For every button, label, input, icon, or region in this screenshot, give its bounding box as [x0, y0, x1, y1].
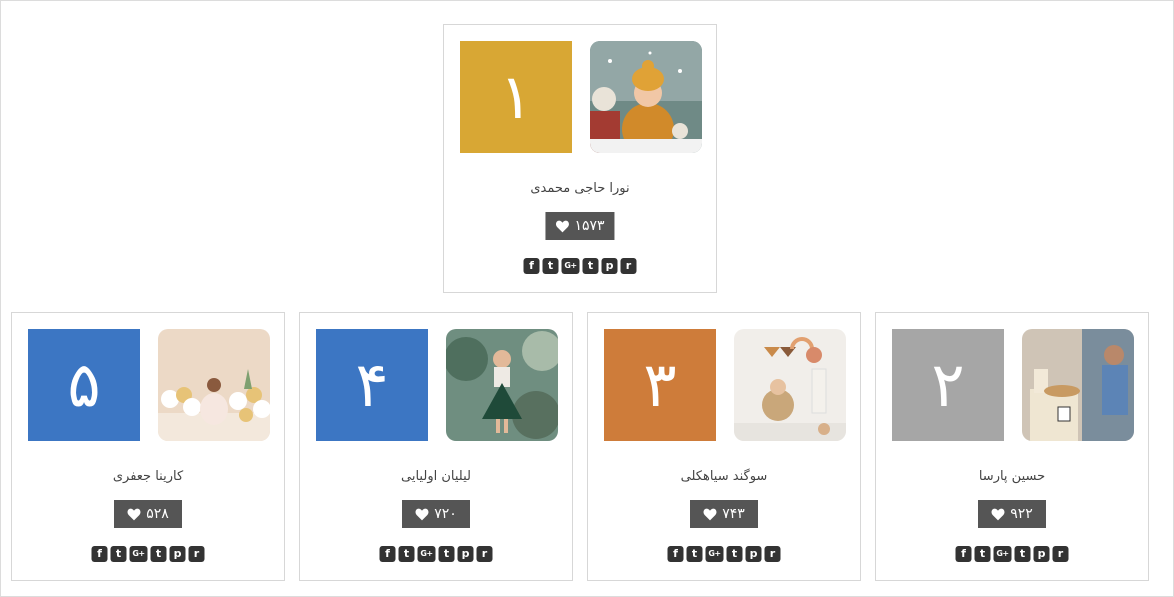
contestant-card-3: ۳ سوگند سیاهکلی ۷۴۳ f t G+ t p r — [587, 312, 861, 581]
like-button[interactable]: ۹۲۲ — [978, 500, 1046, 528]
heart-icon — [555, 220, 569, 232]
twitter-icon[interactable]: t — [110, 546, 127, 562]
google-plus-icon[interactable]: G+ — [705, 546, 724, 562]
contestant-card-5: ۵ کارینا جعفری ۵۲۸ f t G+ t p r — [11, 312, 285, 581]
heart-icon — [415, 508, 429, 520]
contestant-card-4: ۴ لیلیان اولیایی ۷۲۰ f t G+ t p r — [299, 312, 573, 581]
contestant-photo[interactable] — [590, 41, 702, 153]
reddit-icon[interactable]: r — [764, 546, 781, 562]
like-count: ۷۴۳ — [722, 506, 745, 522]
contestant-photo[interactable] — [1022, 329, 1134, 441]
tumblr-icon[interactable]: t — [726, 546, 743, 562]
like-button[interactable]: ۱۵۷۳ — [545, 212, 615, 240]
tumblr-icon[interactable]: t — [438, 546, 455, 562]
google-plus-icon[interactable]: G+ — [129, 546, 148, 562]
like-count: ۵۲۸ — [146, 506, 169, 522]
pinterest-icon[interactable]: p — [745, 546, 762, 562]
rank-badge: ۳ — [604, 329, 716, 441]
contestant-name: حسین پارسا — [978, 469, 1046, 484]
google-plus-icon[interactable]: G+ — [993, 546, 1012, 562]
heart-icon — [991, 508, 1005, 520]
contestant-photo[interactable] — [446, 329, 558, 441]
pinterest-icon[interactable]: p — [457, 546, 474, 562]
google-plus-icon[interactable]: G+ — [561, 258, 580, 274]
twitter-icon[interactable]: t — [686, 546, 703, 562]
rank-badge: ۴ — [316, 329, 428, 441]
social-share-bar: f t G+ t p r — [955, 546, 1069, 562]
social-share-bar: f t G+ t p r — [379, 546, 493, 562]
twitter-icon[interactable]: t — [398, 546, 415, 562]
contestant-name: سوگند سیاهکلی — [680, 469, 768, 484]
contestant-name: نورا حاجی محمدی — [530, 181, 630, 196]
like-count: ۷۲۰ — [434, 506, 457, 522]
contestant-photo[interactable] — [158, 329, 270, 441]
facebook-icon[interactable]: f — [667, 546, 684, 562]
social-share-bar: f t G+ t p r — [523, 258, 637, 274]
rank-badge: ۵ — [28, 329, 140, 441]
tumblr-icon[interactable]: t — [150, 546, 167, 562]
tumblr-icon[interactable]: t — [1014, 546, 1031, 562]
contestant-card-1: ۱ نورا حاجی محمدی ۱۵۷۳ f t G+ t p r — [443, 24, 717, 293]
twitter-icon[interactable]: t — [542, 258, 559, 274]
like-button[interactable]: ۵۲۸ — [114, 500, 182, 528]
reddit-icon[interactable]: r — [476, 546, 493, 562]
google-plus-icon[interactable]: G+ — [417, 546, 436, 562]
contestant-card-2: ۲ حسین پارسا ۹۲۲ f t G+ t p r — [875, 312, 1149, 581]
contestant-name: لیلیان اولیایی — [401, 469, 471, 484]
like-button[interactable]: ۷۲۰ — [402, 500, 470, 528]
facebook-icon[interactable]: f — [379, 546, 396, 562]
pinterest-icon[interactable]: p — [1033, 546, 1050, 562]
facebook-icon[interactable]: f — [523, 258, 540, 274]
contestant-photo[interactable] — [734, 329, 846, 441]
rank-badge: ۱ — [460, 41, 572, 153]
like-count: ۱۵۷۳ — [574, 218, 605, 234]
pinterest-icon[interactable]: p — [169, 546, 186, 562]
heart-icon — [127, 508, 141, 520]
reddit-icon[interactable]: r — [188, 546, 205, 562]
facebook-icon[interactable]: f — [91, 546, 108, 562]
tumblr-icon[interactable]: t — [582, 258, 599, 274]
facebook-icon[interactable]: f — [955, 546, 972, 562]
rank-badge: ۲ — [892, 329, 1004, 441]
like-button[interactable]: ۷۴۳ — [690, 500, 758, 528]
social-share-bar: f t G+ t p r — [91, 546, 205, 562]
reddit-icon[interactable]: r — [1052, 546, 1069, 562]
social-share-bar: f t G+ t p r — [667, 546, 781, 562]
contestant-name: کارینا جعفری — [112, 469, 184, 484]
twitter-icon[interactable]: t — [974, 546, 991, 562]
heart-icon — [703, 508, 717, 520]
like-count: ۹۲۲ — [1010, 506, 1033, 522]
reddit-icon[interactable]: r — [620, 258, 637, 274]
pinterest-icon[interactable]: p — [601, 258, 618, 274]
